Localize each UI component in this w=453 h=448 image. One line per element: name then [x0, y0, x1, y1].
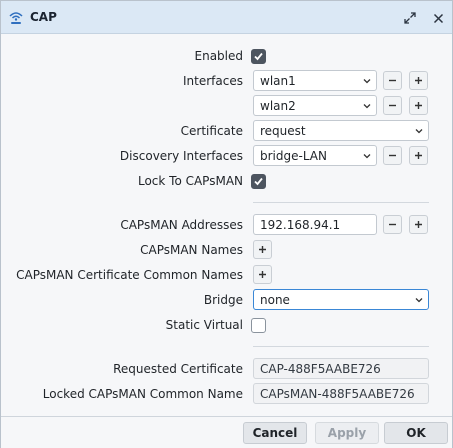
discovery-interface-select[interactable]: bridge-LAN — [253, 145, 377, 166]
capsman-address-input[interactable]: 192.168.94.1 — [253, 214, 377, 235]
requested-certificate-value: CAP-488F5AABE726 — [253, 358, 429, 379]
interface-select-1[interactable]: wlan1 — [253, 70, 377, 91]
cancel-button[interactable]: Cancel — [243, 422, 307, 444]
add-cert-common-name-button[interactable] — [253, 265, 272, 284]
section-divider — [253, 202, 429, 203]
cap-dialog: CAP Enabled Interfaces wlan1 wlan2 Certi… — [0, 0, 453, 448]
locked-common-name-value: CAPsMAN-488F5AABE726 — [253, 383, 429, 404]
apply-button[interactable]: Apply — [315, 422, 379, 444]
dialog-footer: Cancel Apply OK — [1, 416, 452, 448]
close-icon[interactable] — [429, 9, 447, 27]
capsman-names-label: CAPsMAN Names — [140, 243, 243, 257]
interface-value-2: wlan2 — [260, 99, 296, 113]
capsman-addresses-label: CAPsMAN Addresses — [120, 218, 243, 232]
static-virtual-checkbox[interactable] — [251, 318, 266, 333]
discovery-interfaces-label: Discovery Interfaces — [119, 149, 243, 163]
requested-certificate-label: Requested Certificate — [113, 362, 243, 376]
chevron-down-icon — [415, 298, 423, 303]
section-divider — [253, 346, 429, 347]
ok-button[interactable]: OK — [384, 422, 448, 444]
remove-address-button[interactable] — [383, 215, 402, 234]
expand-icon[interactable] — [401, 9, 419, 27]
capsman-address-value: 192.168.94.1 — [260, 218, 341, 232]
discovery-interface-value: bridge-LAN — [260, 149, 327, 163]
add-interface-1-button[interactable] — [409, 71, 428, 90]
enabled-label: Enabled — [194, 49, 244, 63]
add-interface-2-button[interactable] — [409, 96, 428, 115]
interface-value-1: wlan1 — [260, 74, 296, 88]
bridge-value: none — [260, 293, 290, 307]
window-title: CAP — [30, 10, 57, 24]
interface-select-2[interactable]: wlan2 — [253, 95, 377, 116]
certificate-label: Certificate — [180, 124, 243, 138]
requested-certificate-text: CAP-488F5AABE726 — [260, 362, 381, 376]
enabled-checkbox[interactable] — [251, 49, 266, 64]
certificate-value: request — [260, 124, 306, 138]
title-bar: CAP — [1, 1, 452, 34]
static-virtual-label: Static Virtual — [165, 318, 243, 332]
add-capsman-name-button[interactable] — [253, 240, 272, 259]
remove-interface-1-button[interactable] — [383, 71, 402, 90]
bridge-label: Bridge — [203, 293, 243, 307]
remove-interface-2-button[interactable] — [383, 96, 402, 115]
interfaces-label: Interfaces — [183, 74, 243, 88]
chevron-down-icon — [363, 154, 371, 159]
wifi-cap-icon — [8, 10, 24, 26]
lock-to-capsman-label: Lock To CAPsMAN — [137, 174, 243, 188]
add-discovery-button[interactable] — [409, 146, 428, 165]
remove-discovery-button[interactable] — [383, 146, 402, 165]
chevron-down-icon — [363, 104, 371, 109]
lock-to-capsman-checkbox[interactable] — [251, 174, 266, 189]
form-body: Enabled Interfaces wlan1 wlan2 Certifica… — [1, 35, 452, 415]
certificate-select[interactable]: request — [253, 120, 429, 141]
locked-common-name-text: CAPsMAN-488F5AABE726 — [260, 387, 415, 401]
capsman-cert-common-names-label: CAPsMAN Certificate Common Names — [16, 268, 243, 282]
locked-common-name-label: Locked CAPsMAN Common Name — [42, 387, 243, 401]
add-address-button[interactable] — [409, 215, 428, 234]
chevron-down-icon — [415, 129, 423, 134]
bridge-select[interactable]: none — [253, 289, 429, 310]
chevron-down-icon — [363, 79, 371, 84]
